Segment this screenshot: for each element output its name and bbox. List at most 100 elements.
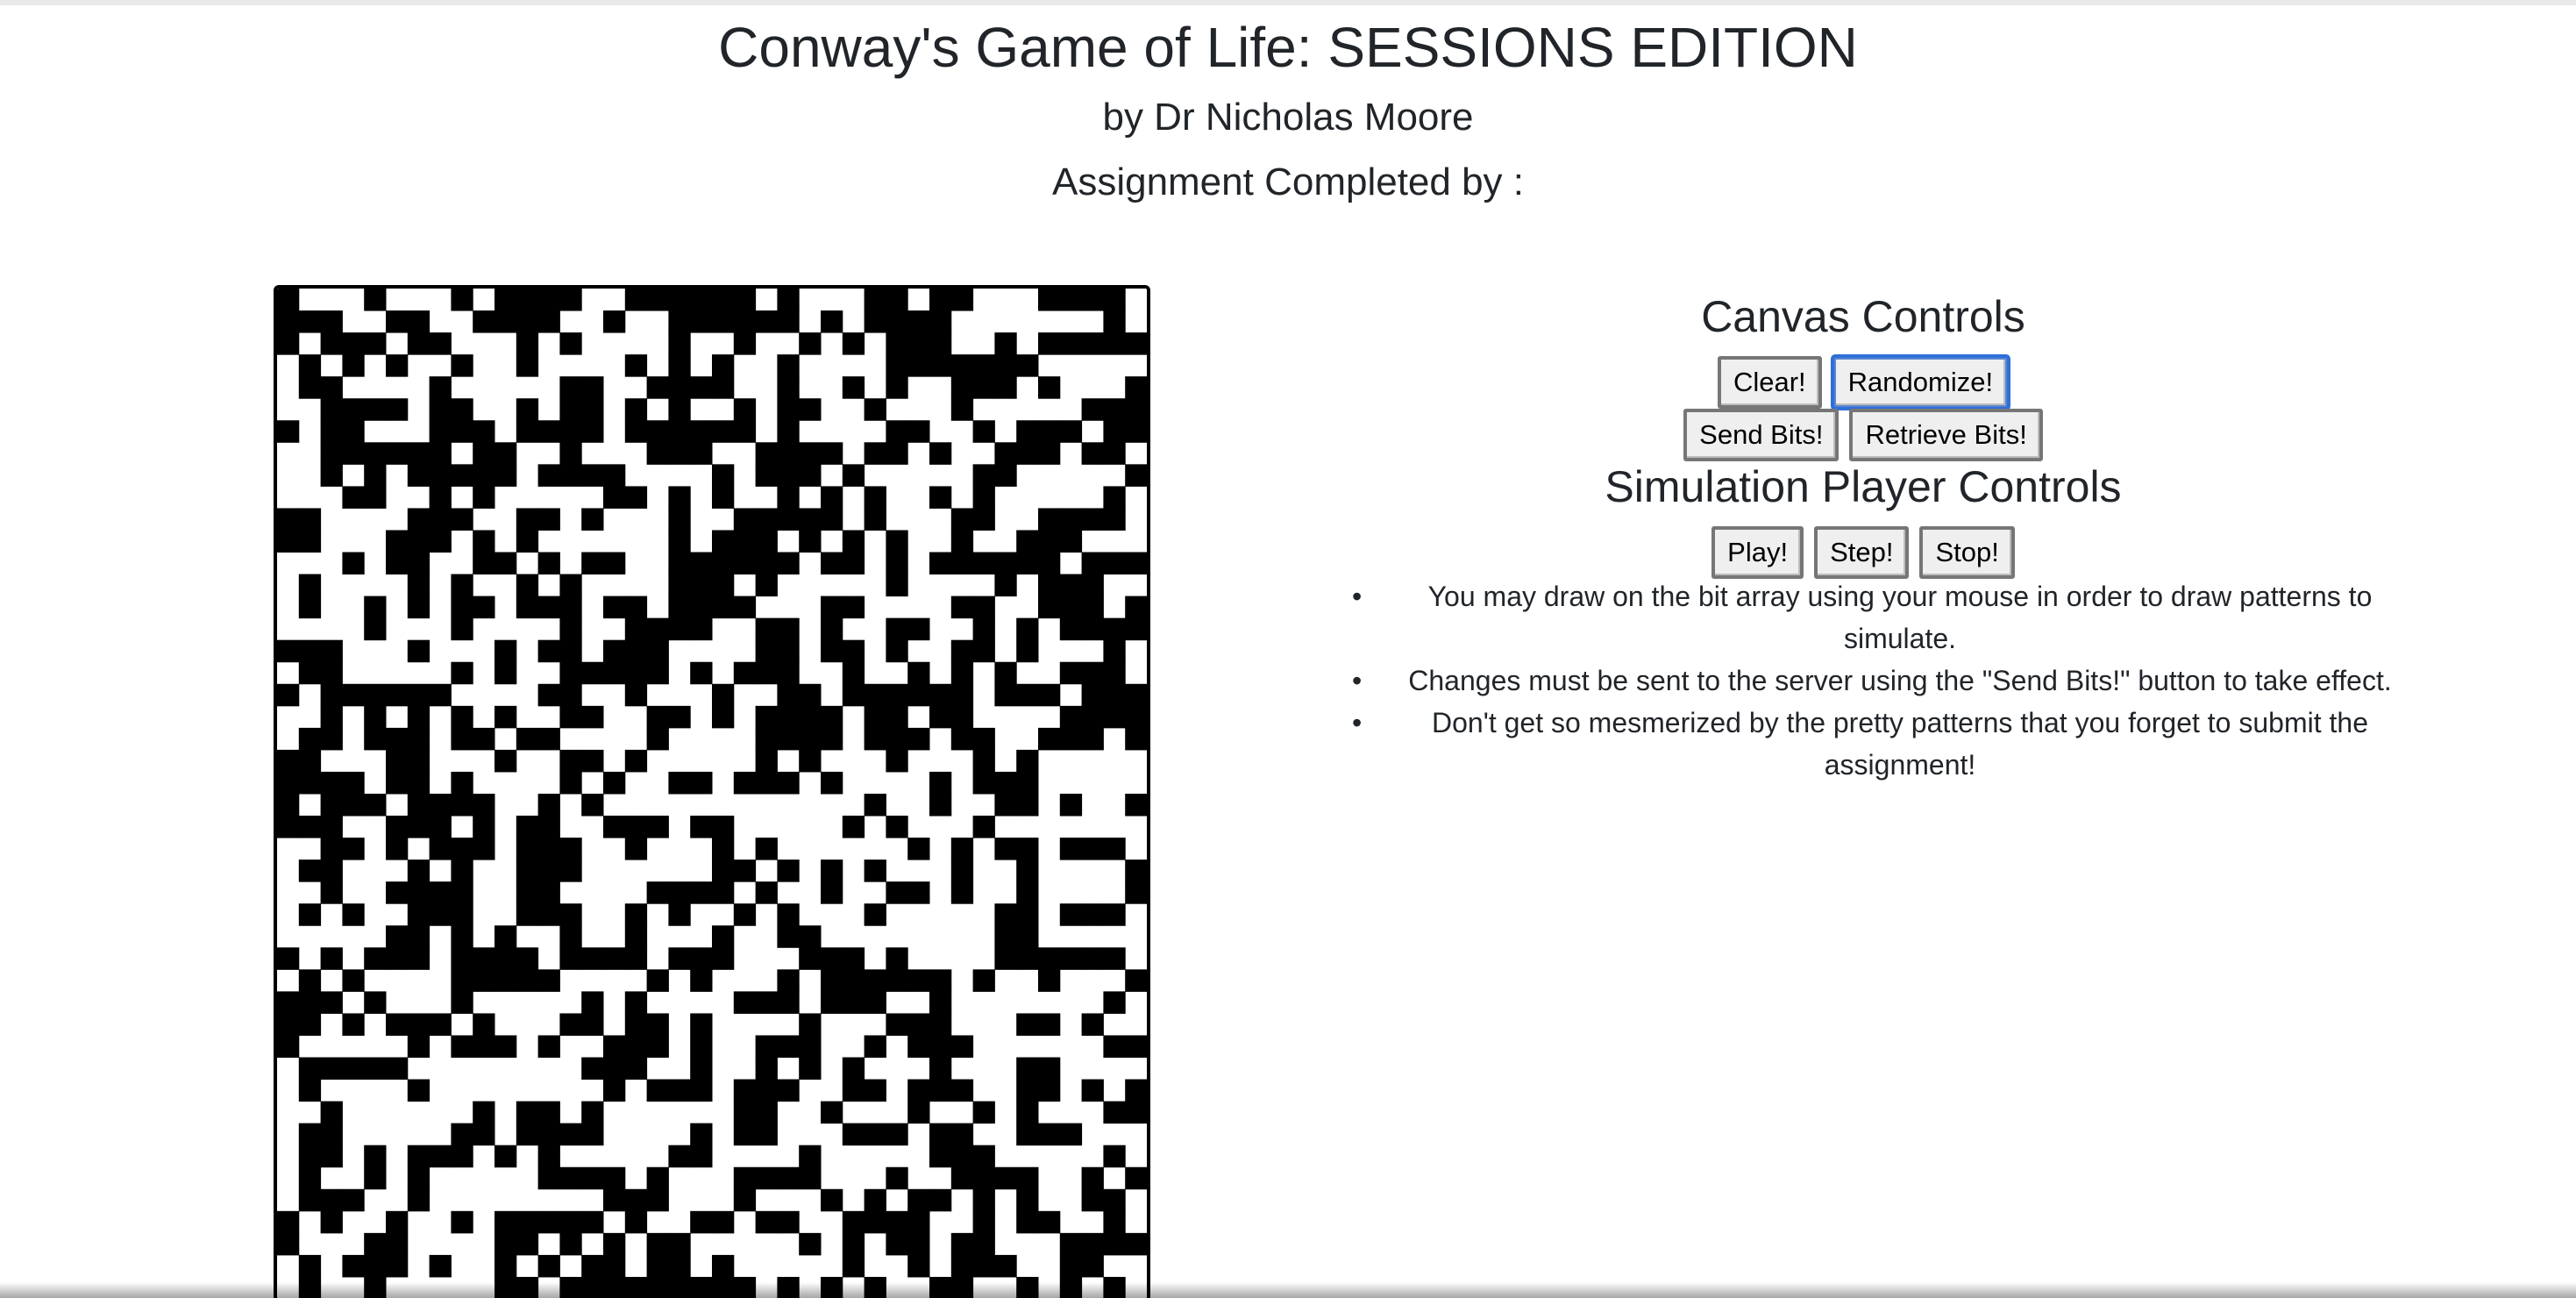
live-cell[interactable] [1016, 838, 1039, 860]
live-cell[interactable] [907, 332, 930, 355]
live-cell[interactable] [537, 289, 560, 311]
live-cell[interactable] [646, 617, 669, 641]
live-cell[interactable] [864, 991, 886, 1014]
live-cell[interactable] [821, 310, 843, 333]
live-cell[interactable] [690, 442, 713, 465]
live-cell[interactable] [1016, 794, 1039, 817]
live-cell[interactable] [646, 661, 669, 685]
live-cell[interactable] [1016, 1188, 1039, 1212]
live-cell[interactable] [950, 859, 974, 882]
live-cell[interactable] [733, 596, 757, 619]
live-cell[interactable] [821, 969, 843, 992]
live-cell[interactable] [864, 969, 886, 992]
live-cell[interactable] [581, 376, 604, 399]
live-cell[interactable] [1016, 881, 1039, 904]
live-cell[interactable] [298, 859, 322, 882]
live-cell[interactable] [1081, 398, 1104, 421]
live-cell[interactable] [624, 683, 648, 707]
live-cell[interactable] [929, 552, 952, 575]
live-cell[interactable] [907, 420, 930, 443]
live-cell[interactable] [733, 991, 757, 1014]
live-cell[interactable] [929, 705, 952, 729]
live-cell[interactable] [690, 289, 713, 311]
live-cell[interactable] [755, 617, 778, 641]
live-cell[interactable] [886, 705, 908, 729]
live-cell[interactable] [668, 1145, 691, 1168]
live-cell[interactable] [842, 991, 865, 1014]
live-cell[interactable] [320, 332, 343, 355]
live-cell[interactable] [473, 1123, 495, 1146]
live-cell[interactable] [603, 1057, 626, 1080]
live-cell[interactable] [495, 947, 517, 970]
live-cell[interactable] [342, 398, 365, 421]
live-cell[interactable] [516, 947, 539, 970]
live-cell[interactable] [473, 727, 495, 751]
live-cell[interactable] [364, 683, 387, 707]
live-cell[interactable] [929, 991, 952, 1014]
live-cell[interactable] [972, 749, 995, 773]
live-cell[interactable] [342, 903, 365, 926]
live-cell[interactable] [386, 310, 409, 333]
live-cell[interactable] [1016, 442, 1039, 465]
live-cell[interactable] [886, 1013, 908, 1036]
live-cell[interactable] [603, 947, 626, 970]
live-cell[interactable] [777, 398, 800, 421]
live-cell[interactable] [277, 310, 300, 333]
live-cell[interactable] [559, 376, 582, 399]
live-cell[interactable] [624, 991, 648, 1014]
live-cell[interactable] [777, 486, 800, 509]
live-cell[interactable] [581, 464, 604, 487]
live-cell[interactable] [777, 464, 800, 487]
live-cell[interactable] [603, 1232, 626, 1256]
live-cell[interactable] [407, 1035, 431, 1059]
live-cell[interactable] [950, 289, 974, 311]
live-cell[interactable] [690, 881, 713, 904]
live-cell[interactable] [712, 1254, 735, 1278]
live-cell[interactable] [581, 705, 604, 729]
live-cell[interactable] [994, 903, 1017, 926]
live-cell[interactable] [907, 881, 930, 904]
live-cell[interactable] [473, 947, 495, 970]
live-cell[interactable] [1125, 859, 1147, 882]
live-cell[interactable] [755, 464, 778, 487]
live-cell[interactable] [1016, 1210, 1039, 1234]
live-cell[interactable] [581, 1101, 604, 1124]
live-cell[interactable] [495, 925, 517, 948]
live-cell[interactable] [646, 289, 669, 311]
live-cell[interactable] [712, 683, 735, 707]
live-cell[interactable] [1125, 398, 1147, 421]
live-cell[interactable] [864, 398, 886, 421]
live-cell[interactable] [950, 354, 974, 377]
live-cell[interactable] [755, 1210, 778, 1234]
live-cell[interactable] [755, 1079, 778, 1102]
live-cell[interactable] [994, 376, 1017, 399]
live-cell[interactable] [1038, 1057, 1061, 1080]
live-cell[interactable] [646, 639, 669, 663]
live-cell[interactable] [581, 1254, 604, 1278]
live-cell[interactable] [298, 1188, 322, 1212]
live-cell[interactable] [821, 486, 843, 509]
live-cell[interactable] [668, 310, 691, 333]
live-cell[interactable] [451, 420, 473, 443]
live-cell[interactable] [320, 661, 343, 685]
live-cell[interactable] [473, 552, 495, 575]
live-cell[interactable] [386, 925, 409, 948]
live-cell[interactable] [559, 771, 582, 795]
live-cell[interactable] [972, 464, 995, 487]
live-cell[interactable] [668, 354, 691, 377]
live-cell[interactable] [799, 398, 822, 421]
live-cell[interactable] [537, 310, 560, 333]
step-button[interactable]: Step! [1814, 526, 1910, 579]
live-cell[interactable] [842, 1123, 865, 1146]
live-cell[interactable] [624, 1188, 648, 1212]
live-cell[interactable] [298, 1057, 322, 1080]
live-cell[interactable] [886, 289, 908, 311]
live-cell[interactable] [929, 1145, 952, 1168]
live-cell[interactable] [994, 838, 1017, 860]
live-cell[interactable] [320, 727, 343, 751]
live-cell[interactable] [320, 398, 343, 421]
live-cell[interactable] [624, 354, 648, 377]
live-cell[interactable] [1081, 661, 1104, 685]
live-cell[interactable] [495, 705, 517, 729]
live-cell[interactable] [842, 1057, 865, 1080]
